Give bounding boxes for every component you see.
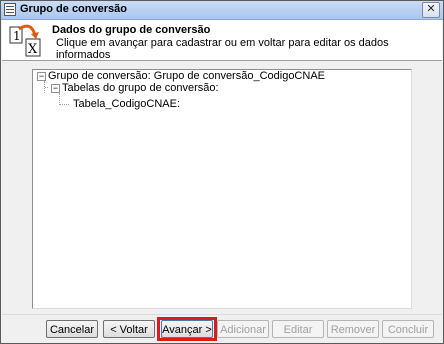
close-icon: ✕: [426, 3, 436, 15]
tree-node-label: Grupo de conversão: Grupo de conversão_C…: [48, 70, 325, 82]
tree-view[interactable]: − Grupo de conversão: Grupo de conversão…: [32, 69, 412, 309]
wizard-window: Grupo de conversão ✕ 1 X Dados do grupo …: [0, 0, 444, 344]
collapse-icon[interactable]: −: [37, 72, 46, 81]
wizard-header: 1 X Dados do grupo de conversão Clique e…: [2, 20, 442, 61]
svg-text:1: 1: [13, 29, 21, 43]
tree-node-label: Tabela_CodigoCNAE:: [73, 98, 181, 110]
tree-connector: [45, 87, 48, 88]
cancel-button[interactable]: Cancelar: [46, 320, 98, 338]
header-title: Dados do grupo de conversão: [52, 24, 211, 36]
back-button[interactable]: < Voltar: [103, 320, 155, 338]
tree-connector: [59, 104, 69, 105]
button-bar: Cancelar < Voltar Avançar > Adicionar Ed…: [2, 314, 442, 343]
next-button-highlight: [157, 317, 217, 341]
conversion-icon: 1 X: [9, 24, 41, 57]
app-icon: [4, 3, 16, 16]
finish-button[interactable]: Concluir: [382, 320, 434, 338]
tree-node-leaf[interactable]: Tabela_CodigoCNAE:: [73, 98, 180, 110]
edit-button[interactable]: Editar: [272, 320, 324, 338]
header-subtitle: Clique em avançar para cadastrar ou em v…: [56, 37, 389, 61]
tree-node-label: Tabelas do grupo de conversão:: [62, 82, 219, 94]
collapse-icon[interactable]: −: [51, 84, 60, 93]
close-button[interactable]: ✕: [422, 2, 440, 18]
remove-button[interactable]: Remover: [327, 320, 379, 338]
svg-text:X: X: [28, 42, 38, 57]
title-bar: Grupo de conversão ✕: [1, 1, 443, 20]
window-title: Grupo de conversão: [20, 3, 127, 15]
content-area: − Grupo de conversão: Grupo de conversão…: [2, 61, 442, 314]
add-button[interactable]: Adicionar: [217, 320, 269, 338]
